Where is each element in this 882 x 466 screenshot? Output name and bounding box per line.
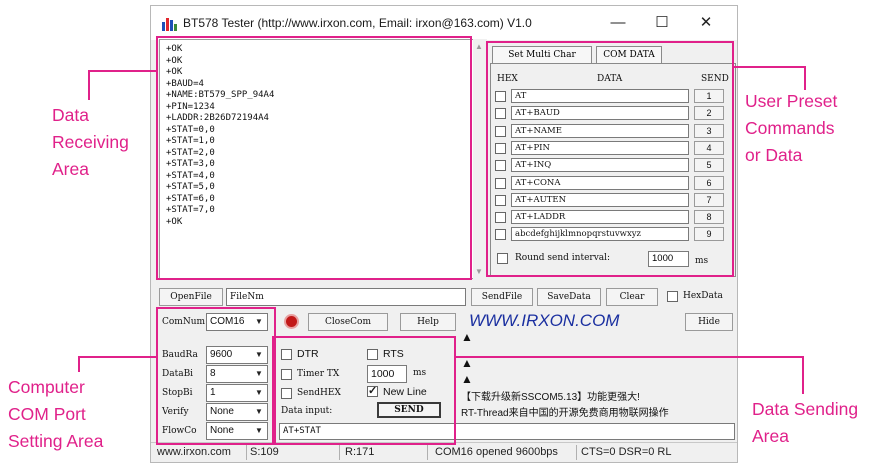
scroll-up-icon[interactable]: ▲: [475, 42, 483, 51]
help-button[interactable]: Help: [400, 313, 456, 331]
open-file-button[interactable]: OpenFile: [159, 288, 223, 306]
annotation-receive: Data Receiving Area: [52, 105, 129, 179]
status-lines: CTS=0 DSR=0 RL: [581, 446, 672, 458]
filename-field[interactable]: FileNm: [226, 288, 466, 306]
hex-data-checkbox[interactable]: [667, 291, 678, 302]
preset-callout-line: [804, 66, 806, 90]
receive-callout-line: [88, 70, 158, 72]
hex-data-label: HexData: [683, 291, 723, 301]
scroll-down-icon[interactable]: ▼: [475, 267, 483, 276]
preset-callout-line: [734, 66, 806, 68]
com-port-area-highlight: [156, 307, 276, 445]
close-button[interactable]: ✕: [687, 12, 725, 34]
port-status-led-icon: [284, 314, 299, 329]
receive-callout-line: [88, 70, 90, 100]
annotation-sending: Data Sending Area: [752, 399, 859, 446]
preset-area-highlight: [486, 41, 734, 277]
status-site[interactable]: www.irxon.com: [157, 446, 231, 458]
close-com-button[interactable]: CloseCom: [308, 313, 388, 331]
clear-button[interactable]: Clear: [606, 288, 658, 306]
receive-scrollbar[interactable]: ▲ ▼: [473, 39, 487, 279]
status-sent-count: S:109: [250, 446, 279, 458]
minimize-button[interactable]: —: [599, 12, 637, 34]
save-data-button[interactable]: SaveData: [537, 288, 601, 306]
news-link-2[interactable]: RT-Thread来自中国的开源免费商用物联网操作: [461, 404, 669, 419]
annotation-preset: User Preset Commands or Data: [745, 91, 838, 165]
brand-link[interactable]: WWW.IRXON.COM: [469, 311, 619, 331]
com-callout-line: [78, 356, 80, 372]
status-bar: www.irxon.com S:109 R:171 COM16 opened 9…: [151, 442, 737, 462]
app-bar-chart-icon: [162, 18, 178, 31]
send-file-button[interactable]: SendFile: [471, 288, 533, 306]
up-arrow-icon[interactable]: ▲: [461, 330, 473, 344]
receive-area-highlight: [156, 36, 472, 280]
com-callout-line: [78, 356, 158, 358]
hide-button[interactable]: Hide: [685, 313, 733, 331]
annotation-com-port: Computer COM Port Setting Area: [8, 377, 104, 451]
maximize-button[interactable]: ☐: [643, 12, 681, 34]
up-arrow-icon[interactable]: ▲: [461, 356, 473, 370]
news-link-1[interactable]: 【下载升级新SSCOM5.13】功能更强大!: [461, 388, 640, 403]
title-bar[interactable]: BT578 Tester (http://www.irxon.com, Emai…: [151, 6, 737, 40]
status-received-count: R:171: [345, 446, 375, 458]
sending-callout-line: [802, 356, 804, 394]
sending-callout-line: [456, 356, 804, 358]
up-arrow-icon[interactable]: ▲: [461, 372, 473, 386]
sending-area-highlight: [272, 336, 456, 445]
status-port: COM16 opened 9600bps: [435, 446, 558, 458]
window-title: BT578 Tester (http://www.irxon.com, Emai…: [183, 16, 532, 30]
